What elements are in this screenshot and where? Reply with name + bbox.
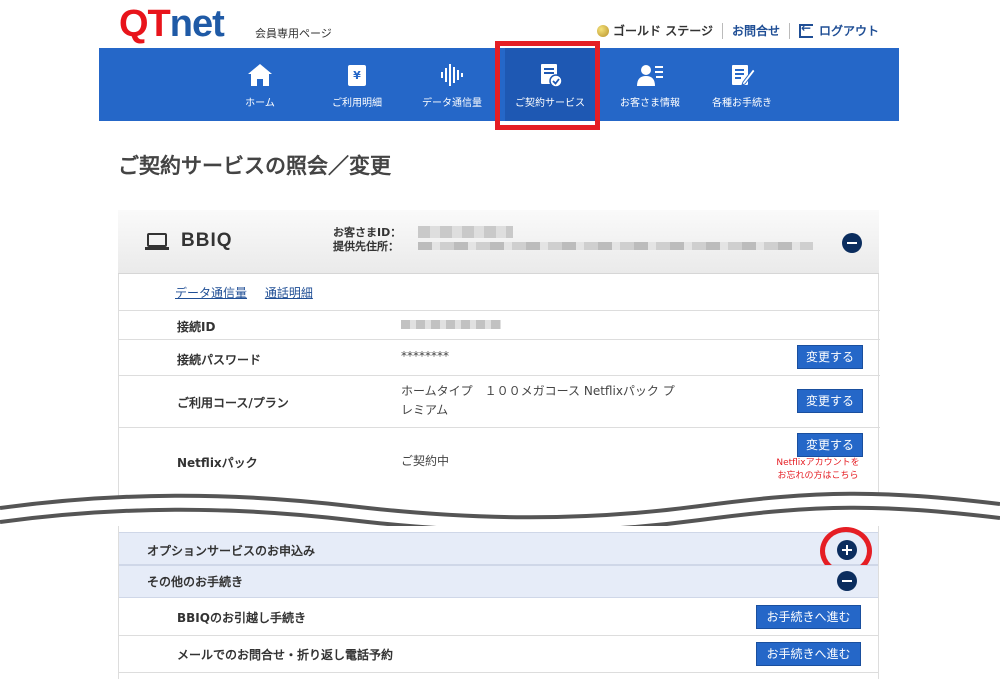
highlight-annotation-box — [495, 41, 600, 130]
nav-item-invoice[interactable]: ¥ ご利用明細 — [321, 48, 393, 121]
redacted-connection-id — [401, 320, 501, 329]
row-email-inquiry: メールでのお問合せ・折り返し電話予約 お手続きへ進む — [119, 636, 878, 673]
service-sublinks: データ通信量 通話明細 — [175, 284, 327, 301]
address-label: 提供先住所： — [333, 240, 399, 253]
row-password: 接続パスワード ******** 変更する — [119, 340, 880, 376]
row-key: 接続ID — [177, 320, 216, 334]
netflix-account-help-link[interactable]: Netflixアカウントを お忘れの方はこちら — [773, 457, 863, 483]
row-value: ご契約中 — [401, 454, 450, 468]
nav-label: データ通信量 — [422, 98, 482, 109]
row-plan: ご利用コース/プラン ホームタイプ １００メガコース Netflixパック プ … — [119, 376, 880, 428]
collapse-icon[interactable] — [837, 571, 857, 591]
nav-item-customer-info[interactable]: お客さま情報 — [605, 48, 695, 121]
procedure-icon — [732, 65, 756, 86]
data-usage-link[interactable]: データ通信量 — [175, 286, 247, 300]
redacted-customer-id — [418, 226, 513, 238]
divider — [788, 22, 790, 39]
customer-labels: お客さまID： 提供先住所： — [333, 226, 401, 254]
collapse-icon[interactable] — [842, 233, 862, 253]
row-moving-procedure: BBIQのお引越し手続き お手続きへ進む — [119, 599, 878, 636]
row-key: 接続パスワード — [177, 353, 262, 367]
gold-stage-icon — [597, 24, 610, 37]
top-links: ゴールド ステージ お問合せ ログアウト — [597, 21, 879, 39]
service-name: BBIQ — [181, 230, 233, 251]
user-info-icon — [637, 65, 663, 86]
member-page-label: 会員専用ページ — [255, 27, 332, 40]
row-key: メールでのお問合せ・折り返し電話予約 — [177, 648, 394, 662]
qtnet-logo[interactable]: QTnet — [119, 3, 225, 45]
nav-label: ご利用明細 — [332, 98, 382, 109]
nav-label: ホーム — [245, 98, 275, 109]
nav-item-data-usage[interactable]: データ通信量 — [416, 48, 488, 121]
logo-qt: QT — [119, 3, 171, 45]
stage-label: ゴールド ステージ — [613, 24, 713, 38]
row-key: Netflixパック — [177, 456, 258, 470]
other-procedures-bar[interactable]: その他のお手続き — [119, 565, 878, 598]
nav-item-home[interactable]: ホーム — [224, 48, 296, 121]
waveform-icon — [441, 64, 463, 86]
customer-id-label: お客さまID： — [333, 226, 402, 239]
option-service-apply-bar[interactable]: オプションサービスのお申込み — [119, 532, 878, 565]
divider — [721, 22, 723, 39]
change-plan-button[interactable]: 変更する — [797, 389, 863, 413]
logo-net: net — [169, 3, 225, 45]
redacted-address — [418, 242, 813, 250]
change-netflix-button[interactable]: 変更する — [797, 433, 863, 457]
row-key: ご利用コース/プラン — [177, 396, 289, 410]
other-procedures-label: その他のお手続き — [147, 575, 244, 589]
row-value: ******** — [401, 349, 449, 363]
contact-link[interactable]: お問合せ — [732, 22, 780, 39]
option-service-label: オプションサービスのお申込み — [147, 544, 316, 558]
plan-line-1: ホームタイプ １００メガコース Netflixパック プ — [401, 384, 675, 398]
home-icon — [248, 64, 272, 86]
row-value: ホームタイプ １００メガコース Netflixパック プ レミアム — [401, 382, 675, 420]
row-key: BBIQのお引越し手続き — [177, 611, 306, 625]
logout-link[interactable]: ログアウト — [819, 22, 879, 39]
svg-text:¥: ¥ — [353, 69, 361, 82]
call-details-link[interactable]: 通話明細 — [265, 286, 313, 300]
nav-label: お客さま情報 — [620, 98, 680, 109]
logout-icon[interactable] — [798, 21, 813, 38]
row-connection-id: 接続ID — [119, 311, 880, 340]
change-password-button[interactable]: 変更する — [797, 345, 863, 369]
nav-label: 各種お手続き — [712, 98, 772, 109]
nav-item-procedures[interactable]: 各種お手続き — [697, 48, 787, 121]
plan-line-2: レミアム — [401, 403, 449, 417]
email-inquiry-button[interactable]: お手続きへ進む — [756, 642, 861, 666]
page-title: ご契約サービスの照会／変更 — [118, 154, 391, 178]
note-line-1: Netflixアカウントを — [776, 458, 860, 468]
invoice-icon: ¥ — [348, 65, 366, 86]
moving-procedure-button[interactable]: お手続きへ進む — [756, 605, 861, 629]
row-value-redacted — [401, 315, 501, 334]
service-panel-header: BBIQ お客さまID： 提供先住所： — [118, 210, 879, 274]
laptop-icon — [145, 233, 169, 250]
